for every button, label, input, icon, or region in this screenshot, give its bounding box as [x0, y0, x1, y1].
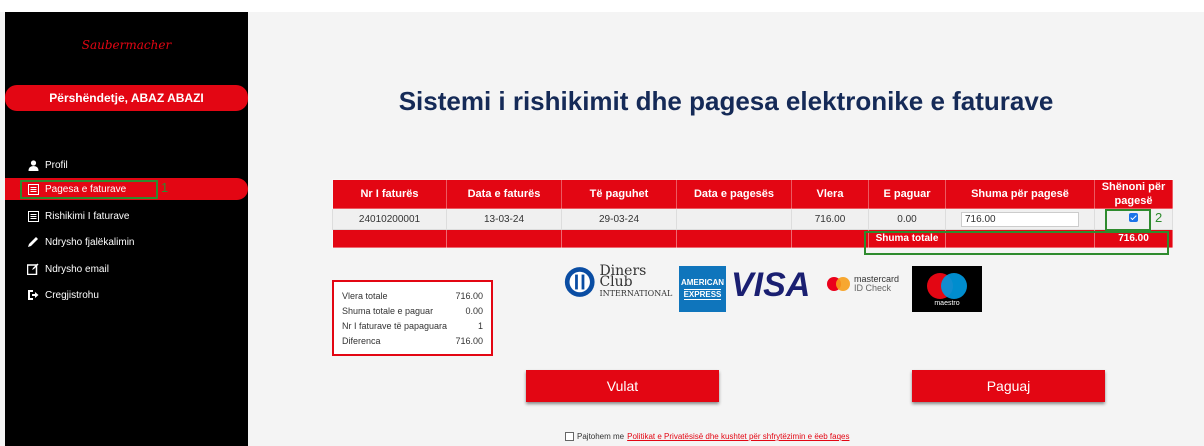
summary-label: Diferenca	[342, 336, 381, 346]
cancel-button[interactable]: Vulat	[526, 370, 719, 402]
cell-data-fatures: 13-03-24	[446, 208, 562, 230]
mastercard-line2: ID Check	[854, 283, 892, 293]
amex-line1: AMERICAN	[680, 278, 725, 287]
summary-value: 716.00	[455, 336, 483, 346]
cell-data-pageses	[676, 208, 792, 230]
summary-value: 0.00	[465, 306, 483, 316]
page-title: Sistemi i rishikimit dhe pagesa elektron…	[398, 86, 1054, 116]
cell-shuma	[945, 208, 1095, 230]
summary-label: Shuma totale e paguar	[342, 306, 434, 316]
sidebar-item-rishikimi[interactable]: Rishikimi I faturave	[5, 205, 248, 227]
summary-row: Shuma totale e paguar 0.00	[342, 304, 483, 319]
summary-label: Nr I faturave të papaguara	[342, 321, 448, 331]
total-empty-cell	[446, 229, 562, 248]
cell-nr: 24010200001	[332, 208, 447, 230]
visa-logo: VISA	[731, 266, 811, 304]
brand-logo: Saubermacher	[81, 38, 172, 52]
terms-consent: Pajtohem me Politikat e Privatësisë dhe …	[565, 432, 849, 441]
greeting-banner: Përshëndetje, ABAZ ABAZI	[5, 85, 248, 111]
col-header-nr: Nr I faturës	[332, 179, 447, 209]
terms-prefix: Pajtohem me	[577, 432, 625, 441]
sidebar-item-label: Ndrysho email	[45, 263, 109, 275]
terms-checkbox[interactable]	[565, 432, 574, 441]
summary-value: 1	[477, 321, 483, 331]
summary-value: 716.00	[455, 291, 483, 301]
amex-logo: AMERICAN EXPRESS	[679, 266, 726, 312]
annotation-number-2: 2	[1155, 210, 1163, 225]
sidebar-item-label: Rishikimi I faturave	[45, 210, 130, 222]
diners-line2: INTERNATIONAL	[599, 288, 673, 298]
summary-row: Nr I faturave të papaguara 1	[342, 319, 483, 334]
sidebar: Saubermacher Përshëndetje, ABAZ ABAZI Pr…	[5, 12, 248, 446]
user-icon	[27, 159, 39, 171]
sidebar-item-ndrysho-email[interactable]: Ndrysho email	[5, 258, 248, 280]
logout-icon	[27, 289, 39, 301]
summary-row: Vlera totale 716.00	[342, 289, 483, 304]
diners-club-icon	[564, 267, 595, 297]
summary-box: Vlera totale 716.00 Shuma totale e paguar…	[332, 280, 493, 356]
table-row: 24010200001 13-03-24 29-03-24 716.00 0.0…	[332, 208, 1173, 230]
col-header-shenoni: Shënoni për pagesë	[1094, 179, 1173, 209]
sidebar-item-label: Cregjistrohu	[45, 289, 99, 301]
summary-label: Vlera totale	[342, 291, 388, 301]
col-header-shuma: Shuma për pagesë	[945, 179, 1095, 209]
list-icon	[27, 210, 39, 222]
cell-vlera: 716.00	[791, 208, 869, 230]
total-empty-cell	[332, 229, 447, 248]
maestro-text: maestro	[934, 299, 960, 307]
maestro-circles-icon	[927, 272, 967, 299]
pay-button[interactable]: Paguaj	[912, 370, 1105, 402]
annotation-number-1: 1	[161, 180, 169, 195]
annotation-box-2	[1105, 209, 1151, 231]
summary-row: Diferenca 716.00	[342, 334, 483, 349]
cell-e-paguar: 0.00	[868, 208, 946, 230]
sidebar-item-cregjistrohu[interactable]: Cregjistrohu	[5, 284, 248, 306]
privacy-policy-link[interactable]: Politikat e Privatësisë dhe kushtet për …	[627, 432, 849, 441]
total-empty-cell	[791, 229, 869, 248]
pencil-icon	[27, 236, 39, 248]
col-header-data-pageses: Data e pagesës	[676, 179, 792, 209]
sidebar-item-label: Profil	[45, 159, 68, 171]
sidebar-item-label: Ndrysho fjalëkalimin	[45, 236, 135, 248]
edit-icon	[27, 263, 39, 275]
col-header-data-fatures: Data e faturës	[446, 179, 562, 209]
page-frame: Saubermacher Përshëndetje, ABAZ ABAZI Pr…	[0, 12, 1204, 446]
col-header-te-paguhet: Të paguhet	[561, 179, 677, 209]
total-empty-cell	[676, 229, 792, 248]
maestro-logo: maestro	[912, 266, 982, 312]
annotation-box-total	[864, 231, 1169, 255]
sidebar-item-profil[interactable]: Profil	[5, 154, 248, 176]
mastercard-circles-icon	[827, 277, 850, 291]
amount-input[interactable]	[961, 211, 1079, 227]
amex-line2: EXPRESS	[683, 289, 722, 300]
cell-te-paguhet: 29-03-24	[561, 208, 677, 230]
col-header-vlera: Vlera	[791, 179, 869, 209]
col-header-e-paguar: E paguar	[868, 179, 946, 209]
mastercard-id-check-logo: mastercard ID Check	[826, 272, 899, 296]
annotation-box-1	[20, 180, 158, 199]
sidebar-item-ndrysho-fjalekalimin[interactable]: Ndrysho fjalëkalimin	[5, 231, 248, 253]
table-header-row: Nr I faturës Data e faturës Të paguhet D…	[332, 179, 1173, 209]
diners-club-logo: Diners Club INTERNATIONAL	[563, 264, 678, 300]
diners-line1: Diners Club	[599, 262, 647, 290]
total-empty-cell	[561, 229, 677, 248]
